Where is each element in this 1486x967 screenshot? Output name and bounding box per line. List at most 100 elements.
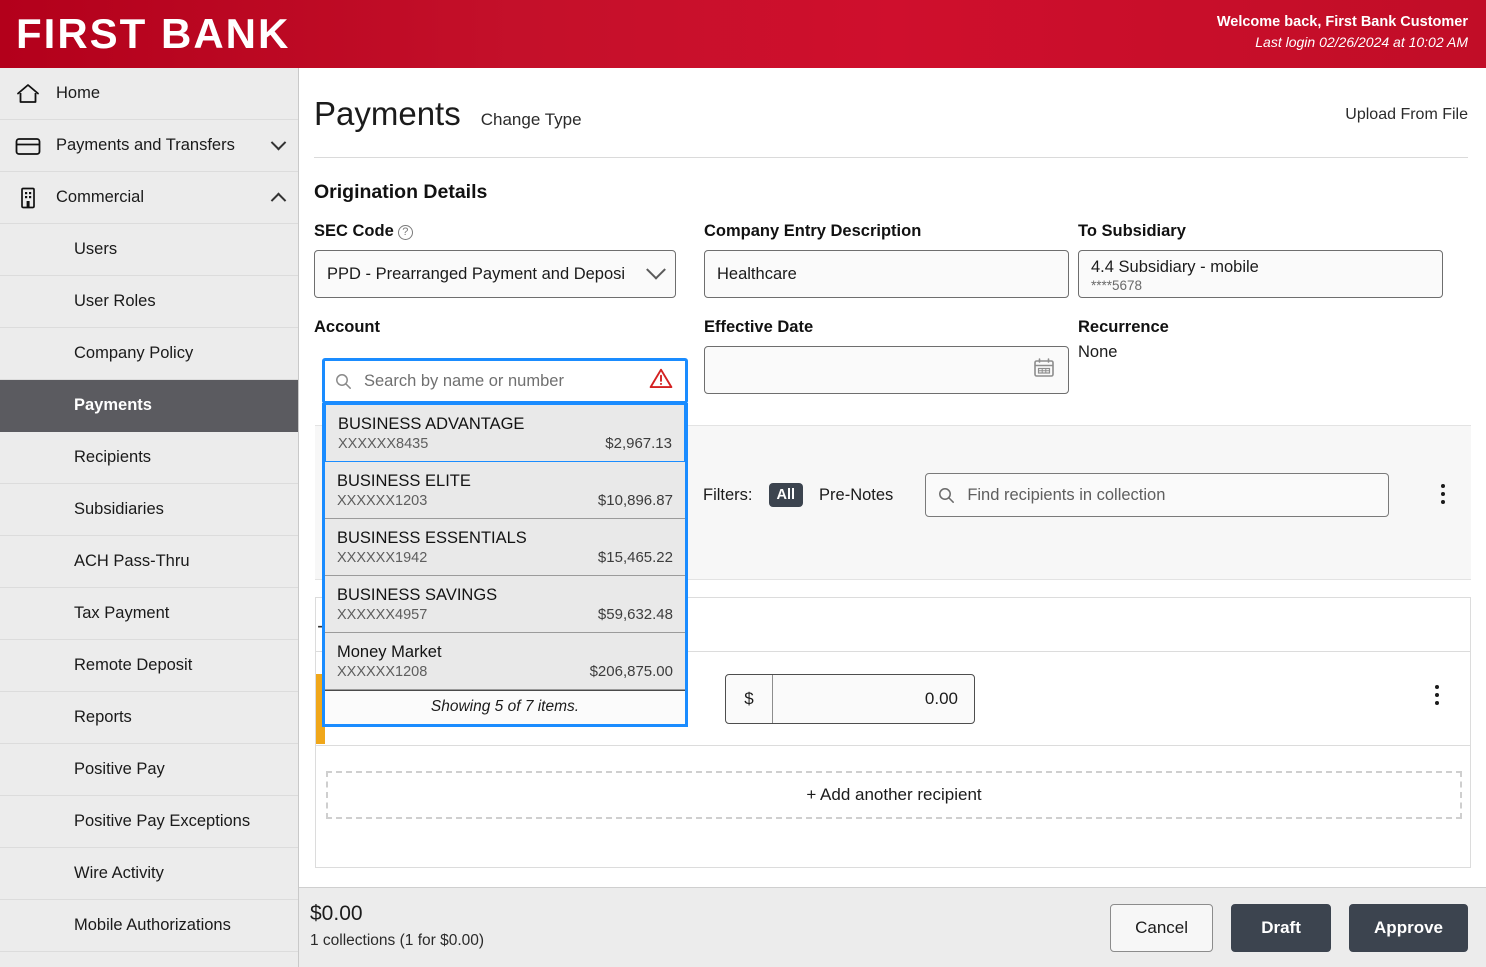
sidebar-item-label: Users <box>74 240 118 258</box>
account-option-name: BUSINESS ESSENTIALS <box>337 529 527 547</box>
sidebar-item-commercial[interactable]: Commercial <box>0 172 298 224</box>
footer-actions: Cancel Draft Approve <box>1110 904 1468 952</box>
account-option-number: XXXXXX1208 <box>337 664 428 680</box>
upload-from-file-link[interactable]: Upload From File <box>1345 106 1468 124</box>
sidebar-item-remote-deposit[interactable]: Remote Deposit <box>0 640 298 692</box>
sidebar-item-mobile-authorizations[interactable]: Mobile Authorizations <box>0 900 298 952</box>
sidebar-item-label: Mobile Authorizations <box>74 916 231 934</box>
building-icon <box>0 185 56 211</box>
sidebar-item-ach-pass-thru[interactable]: ACH Pass-Thru <box>0 536 298 588</box>
calendar-icon[interactable] <box>1032 356 1056 385</box>
warning-icon[interactable] <box>649 368 673 395</box>
last-login-text: Last login 02/26/2024 at 10:02 AM <box>1255 34 1468 50</box>
find-recipients-placeholder: Find recipients in collection <box>967 485 1166 504</box>
approve-button[interactable]: Approve <box>1349 904 1468 952</box>
row-options-kebab-icon[interactable] <box>1435 685 1439 705</box>
to-subsidiary-account-mask: ****5678 <box>1091 277 1143 293</box>
effective-date-field: Effective Date <box>704 318 1078 394</box>
sidebar-item-payments[interactable]: Payments <box>0 380 298 432</box>
sidebar-item-subsidiaries[interactable]: Subsidiaries <box>0 484 298 536</box>
sidebar-item-label: Positive Pay Exceptions <box>74 812 251 830</box>
sidebar-nav[interactable]: Home Payments and Transfers Commercial U… <box>0 68 299 967</box>
account-option-balance: $59,632.48 <box>597 606 673 623</box>
account-option-name: BUSINESS ELITE <box>337 472 471 490</box>
account-option-balance: $206,875.00 <box>589 663 673 680</box>
account-option[interactable]: BUSINESS ELITE XXXXXX1203 $10,896.87 <box>325 462 685 519</box>
help-icon[interactable]: ? <box>397 225 413 240</box>
collection-options-kebab-icon[interactable] <box>1441 484 1445 504</box>
account-option[interactable]: BUSINESS SAVINGS XXXXXX4957 $59,632.48 <box>325 576 685 633</box>
sidebar-item-label: Home <box>56 84 101 102</box>
sidebar-item-users[interactable]: Users <box>0 224 298 276</box>
sidebar-item-label: Payments and Transfers <box>56 136 235 154</box>
account-option[interactable]: BUSINESS ESSENTIALS XXXXXX1942 $15,465.2… <box>325 519 685 576</box>
sidebar-item-label: Remote Deposit <box>74 656 193 674</box>
sidebar-item-label: Positive Pay <box>74 760 165 778</box>
account-option-name: Money Market <box>337 643 442 661</box>
header-divider <box>314 157 1468 158</box>
sidebar-item-label: Commercial <box>56 188 145 206</box>
draft-button[interactable]: Draft <box>1231 904 1332 952</box>
sidebar-item-positive-pay-exceptions[interactable]: Positive Pay Exceptions <box>0 796 298 848</box>
find-recipients-input[interactable]: Find recipients in collection <box>925 473 1390 517</box>
footer-total-amount: $0.00 <box>310 902 363 925</box>
chevron-up-icon[interactable] <box>258 192 298 209</box>
account-combobox[interactable]: Search by name or number BUSINESS ADVANT… <box>322 358 688 727</box>
currency-symbol: $ <box>744 689 754 708</box>
top-header-bar: FIRST BANK Welcome back, First Bank Cust… <box>0 0 1486 68</box>
search-icon <box>336 373 351 389</box>
sidebar-item-wire-activity[interactable]: Wire Activity <box>0 848 298 900</box>
account-option-number: XXXXXX1942 <box>337 550 428 566</box>
amount-input[interactable]: $ 0.00 <box>725 674 975 724</box>
account-options-list[interactable]: BUSINESS ADVANTAGE XXXXXX8435 $2,967.13 … <box>322 403 688 727</box>
account-label: Account <box>314 318 380 336</box>
filter-pre-notes-button[interactable]: Pre-Notes <box>819 486 893 505</box>
sidebar-item-label: Subsidiaries <box>74 500 164 518</box>
company-entry-description-input[interactable]: Healthcare <box>704 250 1069 298</box>
bank-logo[interactable]: FIRST BANK <box>16 12 290 56</box>
account-option[interactable]: Money Market XXXXXX1208 $206,875.00 <box>325 633 685 690</box>
page-header: Payments Change Type Upload From File <box>299 68 1486 134</box>
chevron-down-icon[interactable] <box>258 134 298 151</box>
account-search-placeholder: Search by name or number <box>364 371 564 390</box>
sidebar-item-label: Recipients <box>74 448 152 466</box>
sidebar-item-label: Tax Payment <box>74 604 170 622</box>
sidebar-item-tax-payment[interactable]: Tax Payment <box>0 588 298 640</box>
main-content: Payments Change Type Upload From File Or… <box>299 68 1486 887</box>
recurrence-value: None <box>1078 343 1118 361</box>
account-option-number: XXXXXX4957 <box>337 607 428 623</box>
sidebar-item-reports[interactable]: Reports <box>0 692 298 744</box>
origination-form-row-1: SEC Code? PPD - Prearranged Payment and … <box>299 222 1486 298</box>
sidebar-item-company-policy[interactable]: Company Policy <box>0 328 298 380</box>
welcome-block: Welcome back, First Bank Customer Last l… <box>1217 12 1468 52</box>
cancel-button[interactable]: Cancel <box>1110 904 1214 952</box>
sidebar-item-label: User Roles <box>74 292 156 310</box>
chevron-down-icon <box>646 259 666 280</box>
sidebar-item-payments-and-transfers[interactable]: Payments and Transfers <box>0 120 298 172</box>
add-another-recipient-button[interactable]: + Add another recipient <box>326 771 1462 819</box>
to-subsidiary-select[interactable]: 4.4 Subsidiary - mobile ****5678 <box>1078 250 1443 298</box>
recurrence-label: Recurrence <box>1078 318 1169 336</box>
account-option-number: XXXXXX1203 <box>337 493 428 509</box>
company-entry-description-field: Company Entry Description Healthcare <box>704 222 1078 298</box>
sec-code-select[interactable]: PPD - Prearranged Payment and Deposi <box>314 250 676 298</box>
sidebar-item-recipients[interactable]: Recipients <box>0 432 298 484</box>
filter-all-button[interactable]: All <box>768 483 804 507</box>
sidebar-item-label: Wire Activity <box>74 864 164 882</box>
change-type-link[interactable]: Change Type <box>481 110 582 130</box>
page-title-row: Payments Change Type <box>314 94 1452 134</box>
effective-date-input[interactable] <box>704 346 1069 394</box>
account-option[interactable]: BUSINESS ADVANTAGE XXXXXX8435 $2,967.13 <box>324 403 686 463</box>
search-icon <box>939 487 955 503</box>
sidebar-item-label: Reports <box>74 708 132 726</box>
filters-label: Filters: <box>703 485 753 504</box>
sidebar-item-user-roles[interactable]: User Roles <box>0 276 298 328</box>
page-title: Payments <box>314 95 461 132</box>
app-window: FIRST BANK Welcome back, First Bank Cust… <box>0 0 1486 967</box>
sidebar-item-home[interactable]: Home <box>0 68 298 120</box>
sidebar-item-positive-pay[interactable]: Positive Pay <box>0 744 298 796</box>
account-search-input[interactable]: Search by name or number <box>322 358 688 404</box>
page-footer: $0.00 1 collections (1 for $0.00) Cancel… <box>299 887 1486 967</box>
account-option-name: BUSINESS ADVANTAGE <box>338 415 525 433</box>
welcome-message: Welcome back, First Bank Customer <box>1216 14 1468 30</box>
